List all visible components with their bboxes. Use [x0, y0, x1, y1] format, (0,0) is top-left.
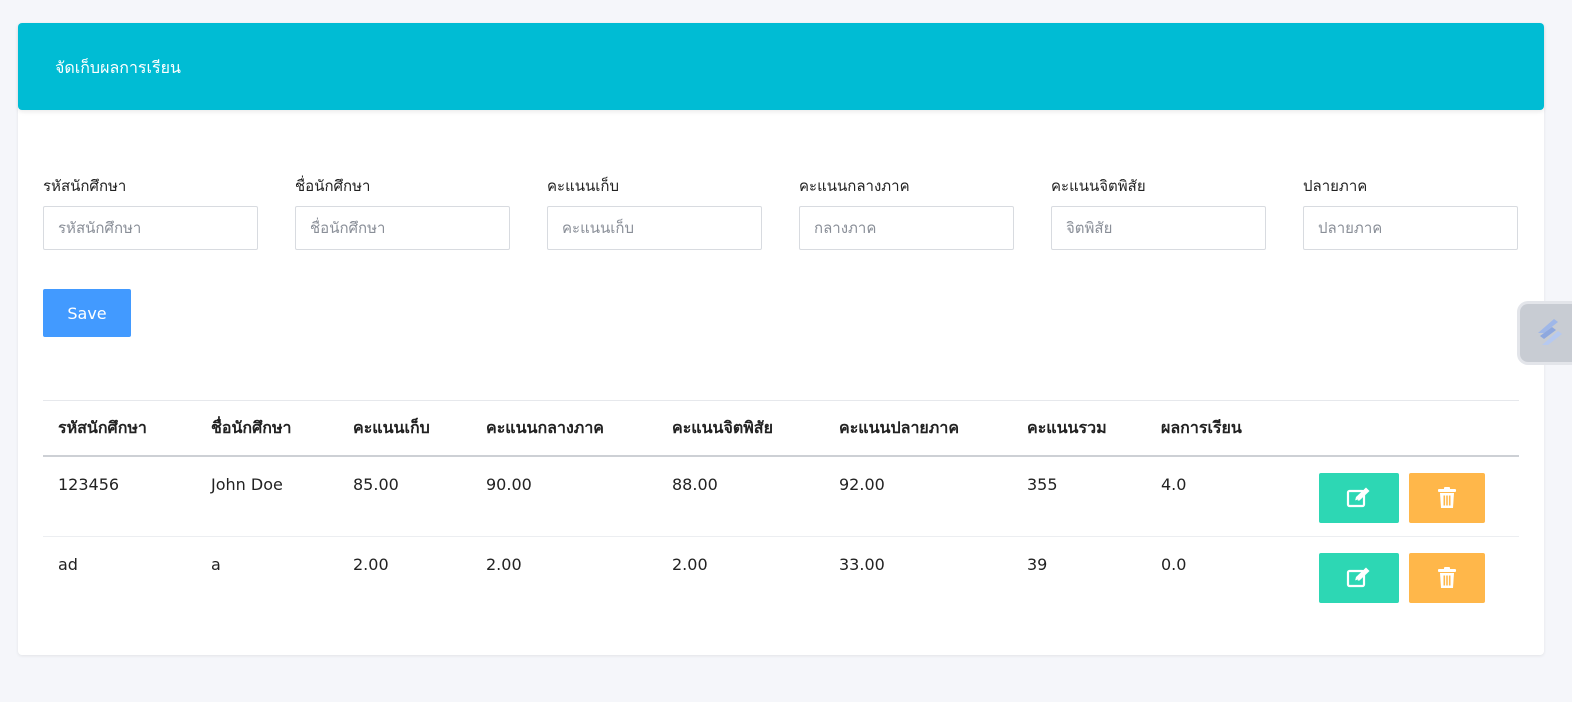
attitude-score-input[interactable] — [1051, 206, 1266, 250]
table-header-row: รหัสนักศึกษา ชื่อนักศึกษา คะแนนเก็บ คะแน… — [43, 401, 1519, 457]
cell-attitude: 88.00 — [657, 456, 824, 537]
student-name-field: ชื่อนักศึกษา — [295, 174, 510, 250]
column-header-student-id: รหัสนักศึกษา — [43, 401, 196, 457]
midterm-score-field: คะแนนกลางภาค — [799, 174, 1014, 250]
attitude-score-label: คะแนนจิตพิสัย — [1051, 177, 1146, 195]
table-row: 123456 John Doe 85.00 90.00 88.00 92.00 … — [43, 456, 1519, 537]
collected-score-input[interactable] — [547, 206, 762, 250]
grades-table-wrapper: รหัสนักศึกษา ชื่อนักศึกษา คะแนนเก็บ คะแน… — [43, 400, 1519, 616]
student-id-label: รหัสนักศึกษา — [43, 177, 127, 195]
edit-icon — [1346, 487, 1370, 508]
final-score-input[interactable] — [1303, 206, 1518, 250]
cell-final: 92.00 — [824, 456, 1012, 537]
cell-final: 33.00 — [839, 554, 885, 574]
cell-total: 355 — [1012, 456, 1146, 537]
collected-score-field: คะแนนเก็บ — [547, 174, 762, 250]
column-header-actions — [1304, 401, 1519, 457]
trash-icon — [1438, 566, 1456, 588]
final-score-label: ปลายภาค — [1303, 177, 1368, 195]
cell-grade: 0.0 — [1161, 554, 1187, 574]
cell-actions — [1304, 456, 1519, 537]
column-header-attitude: คะแนนจิตพิสัย — [657, 401, 824, 457]
cell-student-id: 123456 — [43, 456, 196, 537]
student-id-input[interactable] — [43, 206, 258, 250]
student-name-label: ชื่อนักศึกษา — [295, 177, 371, 195]
card-header: จัดเก็บผลการเรียน — [18, 23, 1544, 110]
floating-extension-widget[interactable] — [1520, 304, 1572, 362]
midterm-score-label: คะแนนกลางภาค — [799, 177, 910, 195]
collected-score-label: คะแนนเก็บ — [547, 177, 619, 195]
column-header-student-name: ชื่อนักศึกษา — [196, 401, 338, 457]
column-header-midterm: คะแนนกลางภาค — [471, 401, 657, 457]
student-id-field: รหัสนักศึกษา — [43, 174, 258, 250]
edit-button[interactable] — [1319, 552, 1399, 603]
edit-button[interactable] — [1319, 473, 1399, 523]
column-header-final: คะแนนปลายภาค — [824, 401, 1012, 457]
edit-icon — [1346, 567, 1370, 587]
table-row: ad a 2.00 2.00 2.00 33.00 39 0.0 — [43, 536, 1519, 616]
midterm-score-input[interactable] — [799, 206, 1014, 250]
cell-collected: 85.00 — [338, 456, 471, 537]
student-name-input[interactable] — [295, 206, 510, 250]
cell-midterm: 2.00 — [486, 554, 522, 574]
cell-grade: 4.0 — [1146, 456, 1304, 537]
delete-button[interactable] — [1409, 552, 1485, 603]
cell-attitude: 2.00 — [672, 554, 708, 574]
cell-student-id: ad — [58, 554, 78, 574]
cell-student-name: a — [211, 554, 221, 574]
grades-table: รหัสนักศึกษา ชื่อนักศึกษา คะแนนเก็บ คะแน… — [43, 401, 1519, 616]
page-title: จัดเก็บผลการเรียน — [55, 58, 181, 77]
stripe-s-icon — [1538, 319, 1562, 345]
save-button[interactable]: Save — [43, 289, 131, 337]
cell-student-name: John Doe — [196, 456, 338, 537]
cell-collected: 2.00 — [353, 554, 389, 574]
attitude-score-field: คะแนนจิตพิสัย — [1051, 174, 1266, 250]
final-score-field: ปลายภาค — [1303, 174, 1518, 250]
cell-total: 39 — [1027, 554, 1048, 574]
column-header-grade: ผลการเรียน — [1146, 401, 1304, 457]
cell-midterm: 90.00 — [471, 456, 657, 537]
trash-icon — [1438, 487, 1456, 508]
cell-actions — [1304, 536, 1519, 616]
grades-card: จัดเก็บผลการเรียน รหัสนักศึกษา ชื่อนักศึ… — [18, 23, 1544, 655]
column-header-total: คะแนนรวม — [1012, 401, 1146, 457]
column-header-collected: คะแนนเก็บ — [338, 401, 471, 457]
delete-button[interactable] — [1409, 473, 1485, 523]
